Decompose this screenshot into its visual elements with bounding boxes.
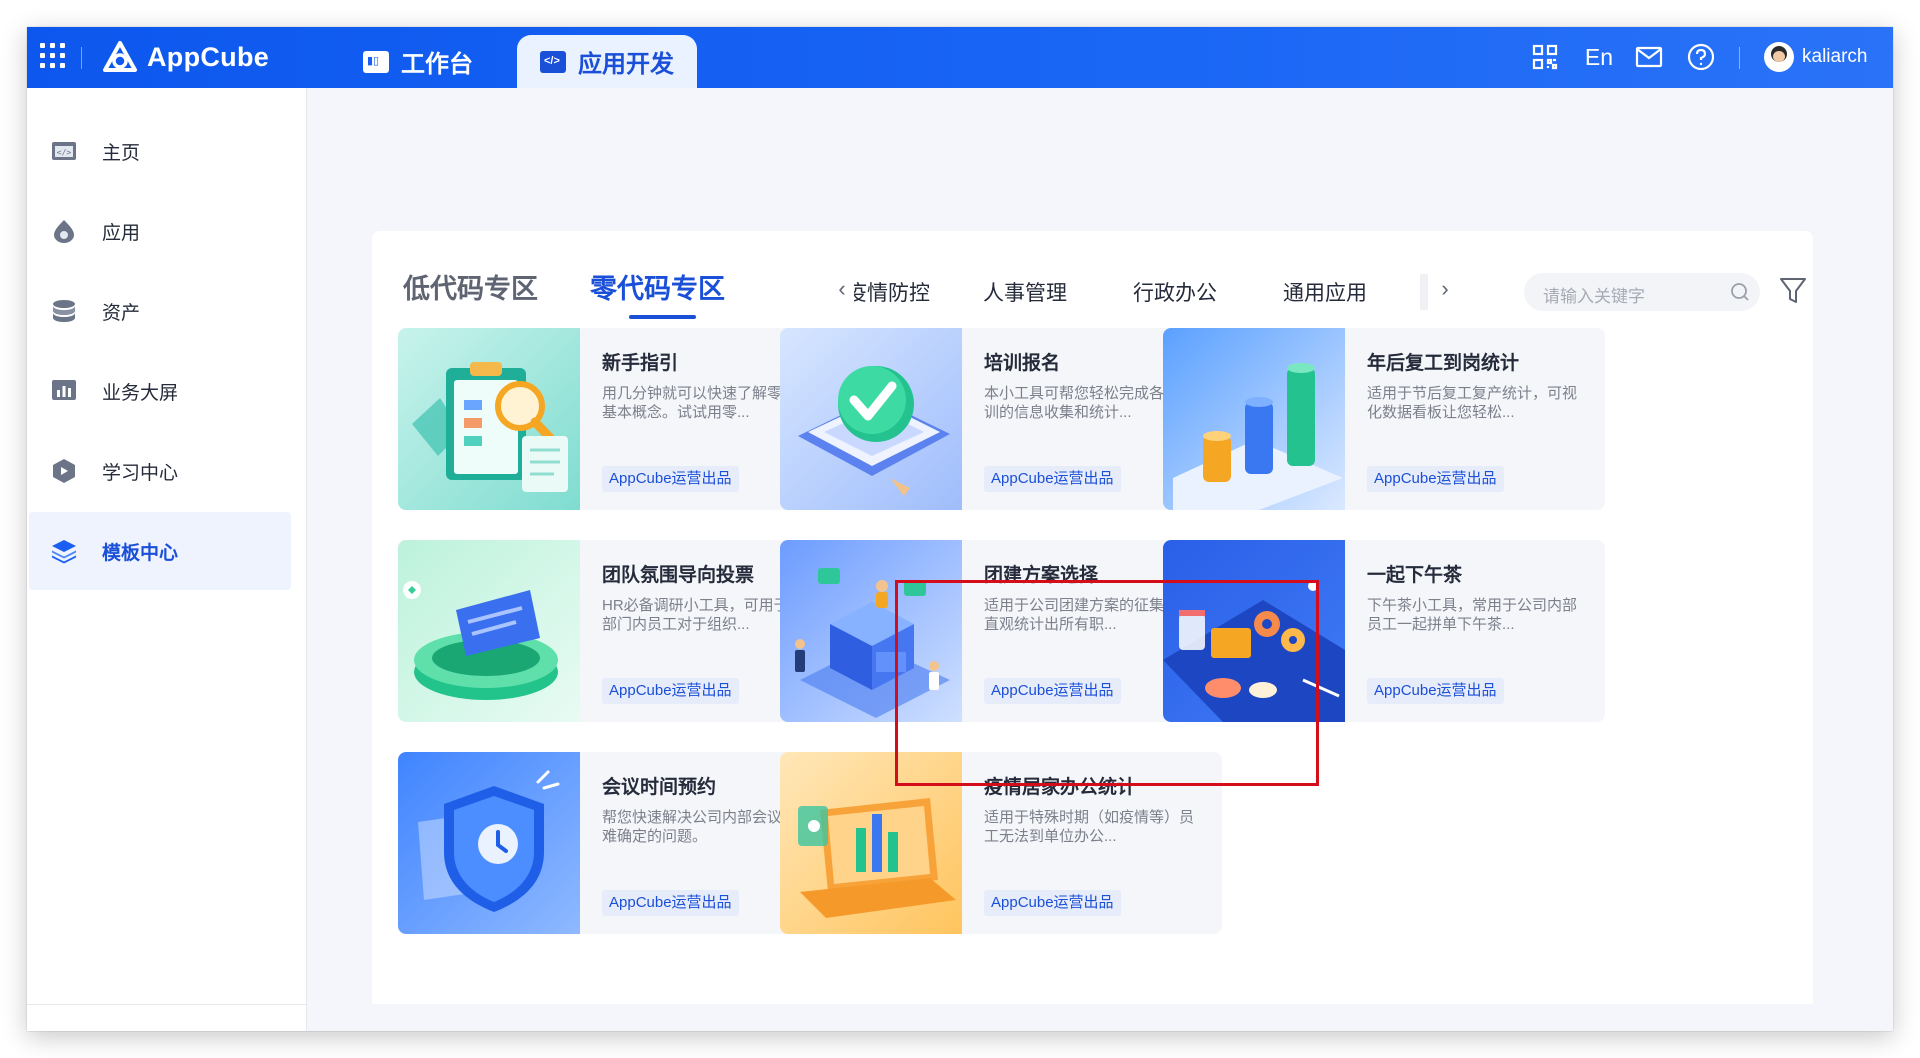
tab-zero-code-zone[interactable]: 零代码专区 bbox=[590, 267, 725, 306]
card-description: 适用于特殊时期（如疫情等）员工无法到单位办公... bbox=[984, 809, 1195, 845]
sidebar: </> 主页 应用 资产 业务大屏 学习中心 模板中心 bbox=[27, 88, 307, 1031]
sidebar-item-business-screen[interactable]: 业务大屏 bbox=[29, 352, 291, 430]
layers-icon bbox=[52, 540, 76, 564]
afternoon-tea-illustration bbox=[1163, 540, 1345, 722]
sidebar-item-label: 模板中心 bbox=[102, 542, 179, 564]
username: kaliarch bbox=[1802, 46, 1868, 67]
tab-low-code-zone[interactable]: 低代码专区 bbox=[403, 267, 538, 306]
app-window: AppCube ▮▯ 工作台 </> 应用开发 En kaliarch </> … bbox=[27, 27, 1893, 1031]
avatar bbox=[1764, 42, 1794, 72]
sidebar-item-assets[interactable]: 资产 bbox=[29, 272, 291, 350]
card-badge: AppCube运营出品 bbox=[984, 466, 1121, 492]
template-card[interactable]: 一起下午茶 下午茶小工具，常用于公司内部员工一起拼单下午茶... AppCube… bbox=[1163, 540, 1605, 722]
sidebar-item-label: 业务大屏 bbox=[102, 382, 179, 404]
active-tab-indicator bbox=[629, 315, 696, 319]
sidebar-item-apps[interactable]: 应用 bbox=[29, 192, 291, 270]
user-menu[interactable]: kaliarch bbox=[1764, 39, 1867, 75]
bar-chart-icon bbox=[52, 380, 76, 400]
card-description: 下午茶小工具，常用于公司内部员工一起拼单下午茶... bbox=[1367, 597, 1578, 633]
card-badge: AppCube运营出品 bbox=[984, 890, 1121, 916]
category-hr-management[interactable]: 人事管理 bbox=[983, 269, 1133, 307]
sidebar-item-label: 资产 bbox=[102, 302, 141, 324]
card-badge: AppCube运营出品 bbox=[1367, 466, 1504, 492]
sidebar-item-label: 应用 bbox=[102, 222, 141, 244]
template-card[interactable]: 年后复工到岗统计 适用于节后复工复产统计，可视化数据看板让您轻松... AppC… bbox=[1163, 328, 1605, 510]
topbar-divider-right bbox=[1739, 47, 1740, 69]
card-title: 新手指引 bbox=[602, 353, 679, 374]
team-vote-illustration bbox=[398, 540, 580, 722]
topbar-divider bbox=[81, 47, 82, 69]
category-general-apps[interactable]: 通用应用 bbox=[1283, 269, 1422, 307]
database-icon bbox=[53, 300, 75, 322]
svg-text:</>: </> bbox=[57, 148, 72, 157]
monitor-icon: ▮▯ bbox=[363, 50, 389, 73]
sidebar-item-learning-center[interactable]: 学习中心 bbox=[29, 432, 291, 510]
card-description: 适用于节后复工复产统计，可视化数据看板让您轻松... bbox=[1367, 385, 1578, 421]
scroll-fade bbox=[1420, 274, 1428, 310]
template-card[interactable]: 疫情居家办公统计 适用于特殊时期（如疫情等）员工无法到单位办公... AppCu… bbox=[780, 752, 1222, 934]
code-window-icon: </> bbox=[540, 50, 566, 73]
graduation-icon bbox=[53, 459, 75, 483]
card-title: 会议时间预约 bbox=[602, 777, 717, 798]
app-drop-icon bbox=[54, 220, 74, 243]
card-badge: AppCube运营出品 bbox=[1367, 678, 1504, 704]
code-window-icon: </> bbox=[52, 142, 76, 160]
remote-work-stats-illustration bbox=[780, 752, 962, 934]
template-card[interactable]: 会议时间预约 帮您快速解决公司内部会议时间难确定的问题。 AppCube运营出品 bbox=[398, 752, 840, 934]
category-admin-office[interactable]: 行政办公 bbox=[1133, 269, 1283, 307]
app-grid-menu-icon[interactable] bbox=[38, 41, 68, 71]
help-icon[interactable] bbox=[1683, 39, 1719, 75]
card-title: 团队氛围导向投票 bbox=[602, 565, 755, 586]
template-card[interactable]: 团队氛围导向投票 HR必备调研小工具，可用于征集部门内员工对于组织... App… bbox=[398, 540, 840, 722]
card-badge: AppCube运营出品 bbox=[602, 678, 739, 704]
appcube-logo[interactable]: AppCube bbox=[101, 37, 269, 77]
card-badge: AppCube运营出品 bbox=[984, 678, 1121, 704]
card-title: 团建方案选择 bbox=[984, 565, 1099, 586]
template-card[interactable]: 团建方案选择 适用于公司团建方案的征集，可直观统计出所有职... AppCube… bbox=[780, 540, 1222, 722]
sidebar-item-template-center[interactable]: 模板中心 bbox=[29, 512, 291, 590]
tab-workbench[interactable]: ▮▯ 工作台 bbox=[363, 35, 473, 88]
appcube-logo-icon bbox=[103, 41, 137, 72]
chevron-left-icon[interactable]: ‹ bbox=[832, 275, 852, 303]
card-title: 一起下午茶 bbox=[1367, 565, 1463, 586]
search-input[interactable]: 请输入关键字 bbox=[1524, 273, 1760, 311]
filter-icon[interactable] bbox=[1779, 276, 1807, 306]
guide-illustration bbox=[398, 328, 580, 510]
card-title: 培训报名 bbox=[984, 353, 1061, 374]
template-panel: 低代码专区 零代码专区 ‹ 疫情防控 人事管理 行政办公 通用应用 › 请输入关… bbox=[372, 231, 1813, 1004]
search-icon[interactable] bbox=[1730, 282, 1750, 302]
sidebar-item-home[interactable]: </> 主页 bbox=[29, 112, 291, 190]
card-title: 疫情居家办公统计 bbox=[984, 777, 1137, 798]
template-card[interactable]: 新手指引 用几分钟就可以快速了解零码的基本概念。试试用零... AppCube运… bbox=[398, 328, 840, 510]
qr-code-icon[interactable] bbox=[1527, 39, 1563, 75]
sidebar-bottom-divider bbox=[27, 1004, 306, 1005]
language-toggle[interactable]: En bbox=[1577, 39, 1621, 75]
search-placeholder: 请输入关键字 bbox=[1543, 287, 1645, 306]
return-to-work-stats-illustration bbox=[1163, 328, 1345, 510]
sidebar-item-label: 主页 bbox=[102, 142, 141, 164]
meeting-booking-illustration bbox=[398, 752, 580, 934]
card-title: 年后复工到岗统计 bbox=[1367, 353, 1520, 374]
tab-app-development-label: 应用开发 bbox=[578, 51, 674, 78]
tab-workbench-label: 工作台 bbox=[401, 51, 473, 78]
category-scroller: 疫情防控 人事管理 行政办公 通用应用 bbox=[854, 269, 1422, 309]
template-card[interactable]: 培训报名 本小工具可帮您轻松完成各类培训的信息收集和统计... AppCube运… bbox=[780, 328, 1222, 510]
chevron-right-icon[interactable]: › bbox=[1435, 275, 1455, 303]
sidebar-item-label: 学习中心 bbox=[102, 462, 179, 484]
team-building-illustration bbox=[780, 540, 962, 722]
category-epidemic-control[interactable]: 疫情防控 bbox=[854, 269, 983, 307]
training-signup-illustration bbox=[780, 328, 962, 510]
tab-app-development[interactable]: </> 应用开发 bbox=[517, 35, 697, 88]
card-badge: AppCube运营出品 bbox=[602, 890, 739, 916]
mail-icon[interactable] bbox=[1631, 39, 1667, 75]
top-navigation-bar: AppCube ▮▯ 工作台 </> 应用开发 En kaliarch bbox=[27, 27, 1893, 88]
card-badge: AppCube运营出品 bbox=[602, 466, 739, 492]
logo-text: AppCube bbox=[147, 41, 270, 72]
